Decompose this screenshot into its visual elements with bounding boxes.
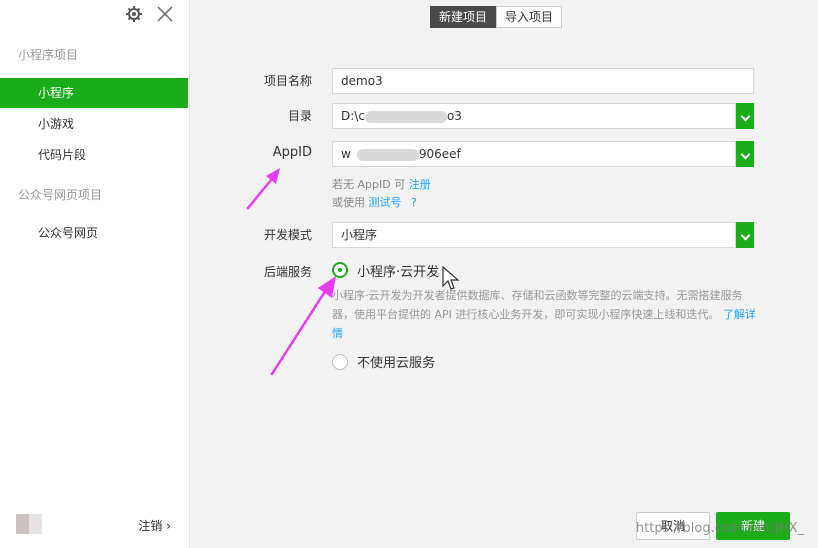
close-icon[interactable]: [155, 4, 175, 24]
cloud-description-text: 小程序·云开发为开发者提供数据库、存储和云函数等完整的云端支持。无需搭建服务器，…: [332, 289, 743, 321]
cloud-description: 小程序·云开发为开发者提供数据库、存储和云函数等完整的云端支持。无需搭建服务器，…: [332, 286, 762, 343]
no-cloud-radio[interactable]: [332, 354, 348, 370]
sidebar-item-miniprogram[interactable]: 小程序: [0, 78, 188, 108]
appid-hint-or-use: 或使用: [332, 196, 365, 209]
directory-value-end: o3: [446, 109, 462, 123]
test-account-link[interactable]: 测试号: [369, 196, 402, 209]
dev-mode-select[interactable]: 小程序: [332, 222, 736, 248]
main-panel: 新建项目 导入项目 项目名称 demo3 目录 D:\c o3 AppID w 90…: [190, 0, 818, 548]
tab-import-project[interactable]: 导入项目: [496, 6, 563, 28]
mouse-cursor-icon: [442, 265, 460, 295]
appid-dropdown-button[interactable]: [736, 141, 754, 167]
sidebar-item-minigame[interactable]: 小游戏: [0, 109, 188, 139]
dev-mode-dropdown-button[interactable]: [736, 222, 754, 248]
cloud-option-label[interactable]: 小程序·云开发: [357, 261, 439, 280]
help-icon[interactable]: ?: [411, 196, 417, 209]
dev-mode-label: 开发模式: [263, 228, 312, 242]
row-backend: 后端服务: [190, 258, 818, 288]
section-official-title: 公众号网页项目: [18, 188, 103, 202]
directory-label: 目录: [287, 109, 312, 123]
sidebar-toolbar: [125, 4, 175, 24]
project-name-input[interactable]: demo3: [332, 68, 754, 94]
sidebar: 小程序项目 小程序 小游戏 代码片段 公众号网页项目 公众号网页 注销 ›: [0, 0, 190, 548]
directory-redacted: [364, 110, 447, 123]
row-appid: AppID w 906eef: [190, 139, 818, 169]
section-miniprogram-title: 小程序项目: [18, 48, 79, 62]
tab-new-project[interactable]: 新建项目: [430, 6, 497, 28]
directory-value-start: D:\c: [341, 109, 365, 123]
appid-value-start: w: [341, 147, 351, 161]
appid-redacted: [356, 148, 419, 161]
appid-input[interactable]: w 906eef: [332, 141, 736, 167]
row-directory: 目录 D:\c o3: [190, 101, 818, 131]
row-project-name: 项目名称 demo3: [190, 66, 818, 96]
directory-dropdown-button[interactable]: [736, 103, 754, 129]
backend-label: 后端服务: [263, 265, 312, 279]
sidebar-item-code-snippet[interactable]: 代码片段: [0, 140, 188, 170]
register-link[interactable]: 注册: [409, 178, 431, 191]
appid-hint-text: 若无 AppID 可: [332, 178, 406, 191]
appid-label: AppID: [272, 145, 312, 160]
logout-link[interactable]: 注销 ›: [138, 517, 171, 534]
appid-value-end: 906eef: [418, 147, 461, 161]
no-cloud-option-label[interactable]: 不使用云服务: [357, 352, 435, 371]
row-dev-mode: 开发模式 小程序: [190, 220, 818, 250]
cloud-radio[interactable]: [332, 262, 348, 278]
appid-hint-test: 或使用 测试号 ?: [332, 194, 417, 210]
appid-hint-register: 若无 AppID 可 注册: [332, 176, 431, 192]
watermark: https://blog.csdn.net/JHX_: [635, 521, 804, 536]
directory-input[interactable]: D:\c o3: [332, 103, 736, 129]
project-tabs: 新建项目 导入项目: [430, 6, 563, 28]
project-name-label: 项目名称: [263, 74, 312, 88]
avatar: [16, 514, 42, 534]
gear-icon[interactable]: [125, 5, 143, 23]
sidebar-item-official-web[interactable]: 公众号网页: [0, 218, 188, 248]
